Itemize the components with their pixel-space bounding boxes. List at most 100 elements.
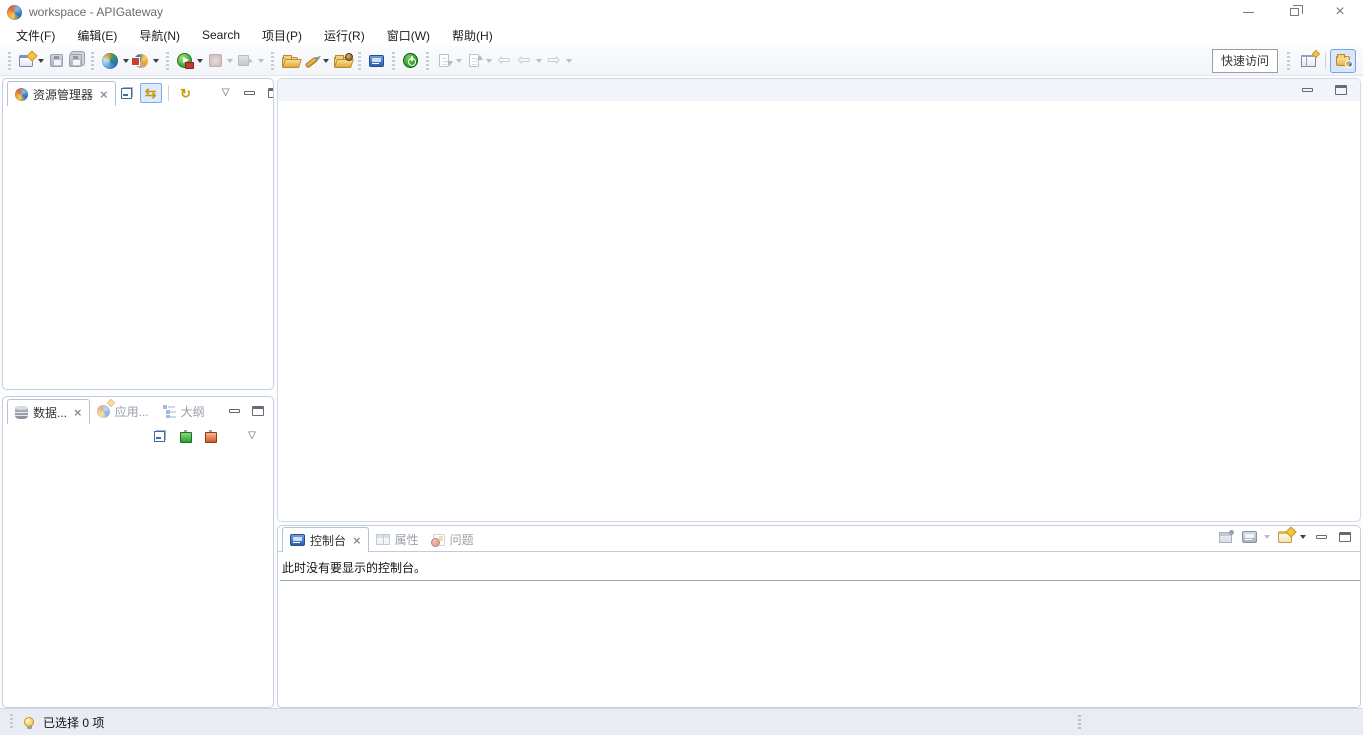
- connect-button[interactable]: [174, 426, 196, 446]
- stop-button[interactable]: [205, 49, 225, 73]
- explorer-minimize-button[interactable]: [239, 83, 261, 103]
- statusbar-grip[interactable]: [10, 714, 13, 730]
- toolbar-group-open: [266, 46, 353, 75]
- display-console-icon: [1242, 531, 1257, 543]
- window-close-button[interactable]: ×: [1317, 0, 1363, 24]
- panel-minimize-icon: [244, 91, 255, 95]
- next-annotation-dropdown[interactable]: [454, 49, 464, 73]
- console-minimize-button[interactable]: [1310, 527, 1332, 547]
- explorer-maximize-button[interactable]: [263, 83, 274, 103]
- disconnect-button[interactable]: [199, 426, 221, 446]
- quick-access-button[interactable]: 快速访问: [1212, 49, 1278, 73]
- menu-project[interactable]: 项目(P): [251, 24, 313, 47]
- open-archive-button[interactable]: [331, 49, 353, 73]
- window-restore-button[interactable]: [1271, 0, 1317, 24]
- editor-maximize-button[interactable]: [1330, 80, 1352, 100]
- menu-run[interactable]: 运行(R): [313, 24, 376, 47]
- gateway-tool-button[interactable]: [131, 49, 151, 73]
- new-wizard-button[interactable]: [16, 49, 36, 73]
- menu-help[interactable]: 帮助(H): [441, 24, 504, 47]
- tab-problems[interactable]: 问题: [426, 528, 481, 551]
- tab-data[interactable]: 数据... ×: [7, 399, 90, 424]
- display-console-button[interactable]: [1238, 527, 1260, 547]
- marker-dropdown[interactable]: [321, 49, 331, 73]
- close-data-tab[interactable]: ×: [74, 406, 82, 419]
- panel-maximize-icon: [268, 88, 274, 98]
- back-button[interactable]: ⇦: [514, 49, 534, 73]
- statusbar-grip-right[interactable]: [1078, 715, 1081, 731]
- deploy-gateway-button[interactable]: [99, 49, 121, 73]
- tab-resource-explorer[interactable]: 资源管理器 ×: [7, 81, 116, 106]
- explorer-panel-header: 资源管理器 × ⇆ ↻ ▽: [3, 79, 273, 105]
- menu-edit[interactable]: 编辑(E): [66, 24, 128, 47]
- forward-dropdown[interactable]: [564, 49, 574, 73]
- menu-search[interactable]: Search: [191, 25, 251, 45]
- forward-button[interactable]: ⇨: [544, 49, 564, 73]
- toolbar-grip[interactable]: [392, 52, 395, 70]
- menubar: 文件(F) 编辑(E) 导航(N) Search 项目(P) 运行(R) 窗口(…: [0, 24, 1363, 46]
- run-dropdown[interactable]: [195, 49, 205, 73]
- collapse-all-button[interactable]: [116, 83, 138, 103]
- close-resource-explorer-tab[interactable]: ×: [100, 88, 108, 101]
- pin-console-button[interactable]: [1214, 527, 1236, 547]
- previous-annotation-button[interactable]: [464, 49, 484, 73]
- explorer-tree-area[interactable]: [3, 105, 273, 389]
- menu-window[interactable]: 窗口(W): [376, 24, 441, 47]
- console-view-button[interactable]: [366, 49, 387, 73]
- toolbar-grip[interactable]: [91, 52, 94, 70]
- data-panel-content[interactable]: [3, 449, 273, 707]
- stop-dropdown[interactable]: [225, 49, 235, 73]
- perspective-bar-grip[interactable]: [1287, 52, 1290, 70]
- resource-perspective-button[interactable]: [1330, 49, 1356, 73]
- save-all-button[interactable]: [66, 49, 86, 73]
- gateway-tool-icon: [134, 54, 148, 68]
- tab-outline[interactable]: 大纲: [156, 400, 212, 423]
- gateway-tool-dropdown[interactable]: [151, 49, 161, 73]
- menu-file[interactable]: 文件(F): [5, 24, 66, 47]
- toolbar-grip[interactable]: [271, 52, 274, 70]
- back-dropdown[interactable]: [534, 49, 544, 73]
- data-view-menu-button[interactable]: ▽: [241, 426, 263, 446]
- power-button[interactable]: [400, 49, 421, 73]
- open-console-icon: [1278, 531, 1292, 543]
- editor-tab-strip: [278, 79, 1360, 101]
- resume-button[interactable]: [235, 49, 256, 73]
- data-panel-minimize-button[interactable]: [223, 401, 245, 421]
- console-maximize-button[interactable]: [1334, 527, 1356, 547]
- data-panel-maximize-button[interactable]: [247, 401, 269, 421]
- resume-dropdown[interactable]: [256, 49, 266, 73]
- toolbar-grip[interactable]: [426, 52, 429, 70]
- editor-minimize-button[interactable]: [1296, 80, 1318, 100]
- app-logo-icon: [7, 5, 22, 20]
- run-button[interactable]: [174, 49, 195, 73]
- tab-properties[interactable]: 属性: [369, 528, 426, 551]
- open-console-button[interactable]: [1274, 527, 1296, 547]
- new-wizard-dropdown[interactable]: [36, 49, 46, 73]
- toolbar-grip[interactable]: [358, 52, 361, 70]
- close-console-tab[interactable]: ×: [353, 534, 361, 547]
- open-console-dropdown[interactable]: [1298, 525, 1308, 549]
- toolbar-grip[interactable]: [8, 52, 11, 70]
- open-folder-button[interactable]: [279, 49, 301, 73]
- tab-application[interactable]: 应用...: [90, 400, 156, 423]
- tab-console[interactable]: 控制台 ×: [282, 527, 369, 552]
- data-collapse-all-button[interactable]: [149, 426, 171, 446]
- open-perspective-button[interactable]: [1295, 49, 1321, 73]
- save-button[interactable]: [46, 49, 66, 73]
- console-content[interactable]: [278, 581, 1360, 707]
- last-edit-location-button[interactable]: ⇦: [494, 49, 514, 73]
- explorer-view-menu-button[interactable]: ▽: [215, 83, 237, 103]
- menu-navigate[interactable]: 导航(N): [128, 24, 191, 47]
- refresh-button[interactable]: ↻: [175, 83, 197, 103]
- window-minimize-button[interactable]: [1225, 0, 1271, 24]
- marker-button[interactable]: [301, 49, 321, 73]
- deploy-gateway-dropdown[interactable]: [121, 49, 131, 73]
- panel-maximize-icon: [1335, 85, 1347, 95]
- application-star-icon: [106, 399, 114, 407]
- previous-annotation-dropdown[interactable]: [484, 49, 494, 73]
- link-with-editor-button[interactable]: ⇆: [140, 83, 162, 103]
- toolbar-grip[interactable]: [166, 52, 169, 70]
- toolbar-group-console: [353, 46, 387, 75]
- next-annotation-button[interactable]: [434, 49, 454, 73]
- display-console-dropdown[interactable]: [1262, 525, 1272, 549]
